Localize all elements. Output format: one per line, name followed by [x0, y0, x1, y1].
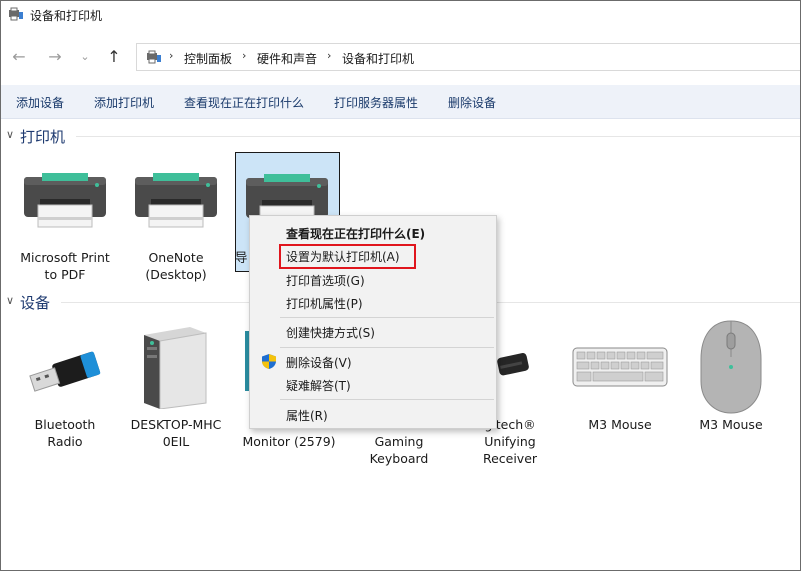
device-label: M3 Mouse	[588, 417, 652, 432]
printer-label: OneNote (Desktop)	[145, 250, 207, 282]
usb-receiver-icon	[497, 353, 529, 376]
address-box[interactable]: › 控制面板 › 硬件和声音 › 设备和打印机	[136, 43, 800, 71]
printer-icon	[135, 173, 217, 228]
menu-item-properties[interactable]: 属性(R)	[286, 407, 328, 424]
device-tile[interactable]: DESKTOP-MHC 0EIL	[126, 319, 226, 459]
back-arrow-icon[interactable]: ←	[8, 46, 30, 68]
device-tile[interactable]: M3 Mouse	[570, 319, 670, 459]
breadcrumb-hardware-sound[interactable]: 硬件和声音	[257, 50, 317, 67]
menu-item-set-default-printer[interactable]: 设置为默认打印机(A)	[286, 248, 400, 265]
add-device-button[interactable]: 添加设备	[16, 94, 64, 111]
breadcrumb-control-panel[interactable]: 控制面板	[184, 50, 232, 67]
device-tile[interactable]: M3 Mouse	[681, 319, 781, 459]
add-printer-button[interactable]: 添加打印机	[94, 94, 154, 111]
uac-shield-icon	[262, 354, 276, 369]
printers-group-header[interactable]: ∨ 打印机	[1, 126, 800, 148]
group-divider	[76, 136, 800, 137]
up-arrow-icon[interactable]: ↑	[103, 46, 125, 68]
menu-item-create-shortcut[interactable]: 创建快捷方式(S)	[286, 324, 375, 341]
devices-printers-icon	[9, 7, 23, 21]
see-whats-printing-button[interactable]: 查看现在正在打印什么	[184, 94, 304, 111]
printer-icon	[24, 173, 106, 228]
devices-and-printers-window: 设备和打印机 ← → ⌄ ↑ › 控制面板 › 硬件和声音 › 设备和打印机 添…	[0, 0, 801, 571]
devices-group-title: 设备	[20, 294, 51, 312]
printers-group-title: 打印机	[20, 128, 66, 146]
usb-dongle-icon	[29, 351, 101, 392]
menu-item-printer-properties[interactable]: 打印机属性(P)	[286, 295, 363, 312]
printer-tile[interactable]: Microsoft Print to PDF	[15, 151, 115, 291]
device-tile[interactable]: Bluetooth Radio	[15, 319, 115, 459]
navigation-bar: ← → ⌄ ↑ › 控制面板 › 硬件和声音 › 设备和打印机	[1, 29, 800, 85]
computer-tower-icon	[144, 327, 207, 409]
print-server-properties-button[interactable]: 打印服务器属性	[334, 94, 418, 111]
device-label: DESKTOP-MHC 0EIL	[130, 417, 222, 449]
device-label: M3 Mouse	[699, 417, 763, 432]
chevron-down-icon[interactable]: ∨	[6, 128, 14, 141]
mouse-icon	[700, 320, 762, 414]
menu-separator	[280, 399, 494, 400]
device-label: Bluetooth Radio	[34, 417, 96, 449]
forward-arrow-icon[interactable]: →	[44, 46, 66, 68]
breadcrumb-separator-icon[interactable]: ›	[327, 49, 331, 62]
breadcrumb-devices-printers[interactable]: 设备和打印机	[342, 50, 414, 67]
command-bar: 添加设备 添加打印机 查看现在正在打印什么 打印服务器属性 删除设备	[1, 85, 800, 119]
menu-separator	[280, 347, 494, 348]
remove-device-button[interactable]: 删除设备	[448, 94, 496, 111]
menu-item-remove-device[interactable]: 删除设备(V)	[286, 354, 352, 371]
menu-item-troubleshoot[interactable]: 疑难解答(T)	[286, 377, 351, 394]
window-title: 设备和打印机	[30, 9, 103, 23]
menu-item-see-whats-printing[interactable]: 查看现在正在打印什么(E)	[286, 225, 425, 242]
menu-separator	[280, 317, 494, 318]
printer-label: Microsoft Print to PDF	[20, 250, 110, 282]
device-label: Monitor (2579)	[242, 434, 336, 449]
chevron-down-icon[interactable]: ∨	[6, 294, 14, 307]
chevron-down-icon[interactable]: ⌄	[74, 46, 96, 68]
keyboard-icon	[572, 347, 668, 387]
title-bar: 设备和打印机	[1, 1, 800, 29]
menu-item-printing-preferences[interactable]: 打印首选项(G)	[286, 272, 365, 289]
printer-tile[interactable]: OneNote (Desktop)	[126, 151, 226, 291]
breadcrumb-separator-icon[interactable]: ›	[169, 49, 173, 62]
context-menu: 查看现在正在打印什么(E) 设置为默认打印机(A) 打印首选项(G) 打印机属性…	[249, 215, 497, 429]
device-label: Gaming Keyboard	[369, 434, 429, 466]
control-panel-icon	[147, 50, 161, 64]
breadcrumb-separator-icon[interactable]: ›	[242, 49, 246, 62]
